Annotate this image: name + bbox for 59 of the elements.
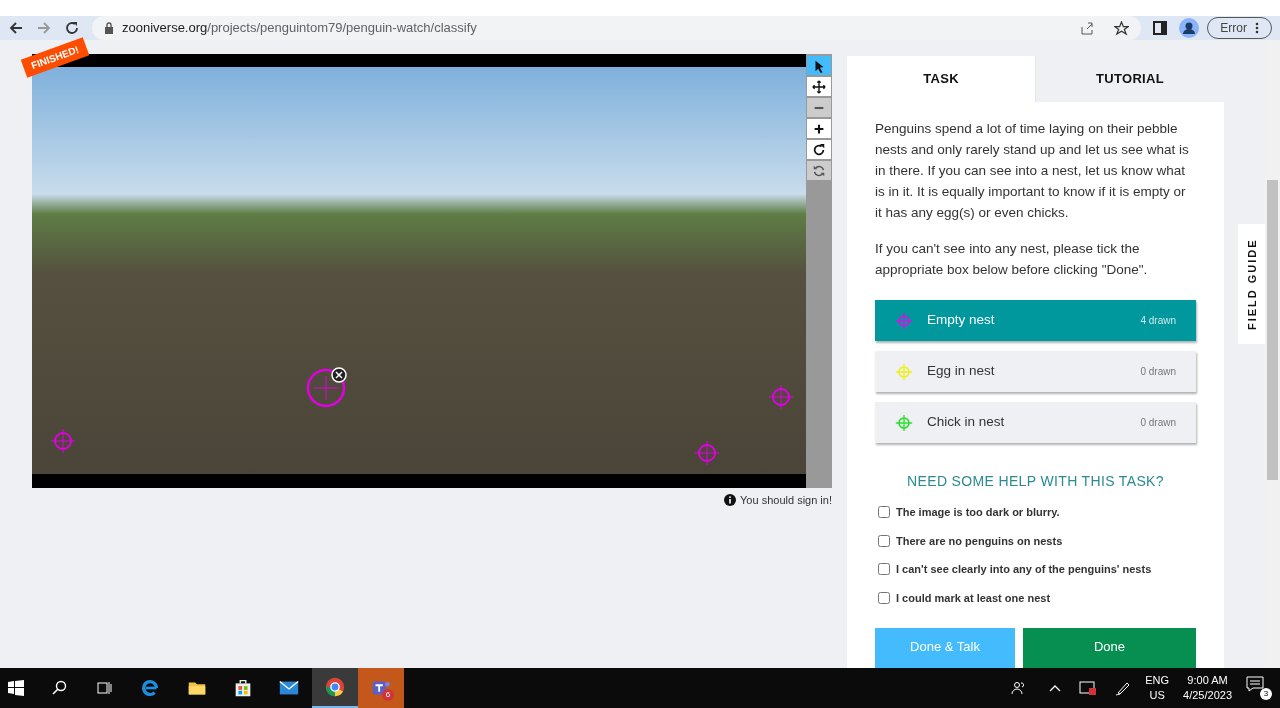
taskbar-app-button[interactable] <box>312 668 358 708</box>
notification-center-button[interactable]: 3 <box>1246 676 1272 700</box>
chrome-icon <box>324 676 346 698</box>
side-panel-icon[interactable] <box>1153 21 1168 35</box>
address-bar[interactable]: zooniverse.org/projects/penguintom79/penguin-watch/classify <box>92 16 1142 40</box>
nest-marker-icon[interactable] <box>768 384 794 410</box>
drawn-count: 4 drawn <box>1140 314 1176 328</box>
speech-bubble-icon <box>1246 676 1264 692</box>
rotate-tool-button[interactable] <box>807 140 831 159</box>
checkbox[interactable] <box>878 591 890 604</box>
drawing-tool-button[interactable]: Chick in nest 0 drawn <box>875 402 1196 443</box>
url-text: zooniverse.org/projects/penguintom79/penguin-watch/classify <box>122 19 477 38</box>
checkbox-label: I can't see clearly into any of the penguins' nests <box>896 562 1152 577</box>
menu-icon[interactable] <box>1255 22 1259 34</box>
info-icon <box>724 494 737 507</box>
star-icon[interactable] <box>1114 20 1130 36</box>
sign-in-notice: You should sign in! <box>740 493 832 508</box>
pen-icon[interactable] <box>1115 680 1132 696</box>
checkbox[interactable] <box>878 534 890 547</box>
help-heading: NEED SOME HELP WITH THIS TASK? <box>906 472 1165 491</box>
taskbar-app-button[interactable]: 6 <box>358 668 404 708</box>
checkbox-label: I could mark at least one nest <box>896 590 1051 606</box>
checkbox[interactable] <box>878 563 890 576</box>
field-guide-tab[interactable]: FIELD GUIDE <box>1238 224 1265 344</box>
done-button[interactable]: Done <box>1023 628 1196 668</box>
refresh-icon <box>812 163 826 178</box>
back-icon[interactable] <box>8 20 24 36</box>
checkbox-label: There are no penguins on nests <box>896 533 1063 549</box>
region-indicator[interactable]: US <box>1149 688 1165 703</box>
notification-badge: 6 <box>382 689 394 701</box>
clock-date[interactable]: 4/25/2023 <box>1183 688 1232 703</box>
drawing-tool-button[interactable]: Empty nest 4 drawn <box>875 300 1196 341</box>
search-icon[interactable] <box>52 680 68 696</box>
task-view-icon[interactable] <box>96 680 112 696</box>
notification-count: 3 <box>1260 688 1272 700</box>
drawing-tool-button[interactable]: Egg in nest 0 drawn <box>875 351 1196 392</box>
monitor-alert-icon[interactable] <box>1079 680 1098 696</box>
lock-icon <box>104 22 114 34</box>
share-icon[interactable] <box>1080 21 1095 35</box>
clock-time[interactable]: 9:00 AM <box>1187 673 1228 688</box>
profile-avatar-icon[interactable] <box>1179 18 1200 38</box>
rotate-icon <box>812 142 826 157</box>
move-tool-button[interactable] <box>807 77 831 96</box>
checkbox-label: The image is too dark or blurry. <box>896 505 1060 520</box>
reload-icon[interactable] <box>64 20 80 36</box>
drawn-count: 0 drawn <box>1140 365 1176 379</box>
move-icon <box>812 79 826 94</box>
zoom-in-tool-button[interactable] <box>807 119 831 138</box>
selected-nest-marker-icon[interactable] <box>304 366 348 410</box>
start-icon[interactable] <box>8 680 24 696</box>
task-instructions: Penguins spend a lot of time laying on their pebble nests and only rarely stand up and let us see what is in there. If you can see into a nest, let us know what is in it. It is equally important to know if it is empty or it has any egg(s) or even chicks. <box>875 120 1190 222</box>
checkbox[interactable] <box>878 506 890 519</box>
language-indicator[interactable]: ENG <box>1145 673 1170 688</box>
panel-tab[interactable]: TUTORIAL <box>1035 56 1224 102</box>
nest-marker-icon[interactable] <box>694 440 720 466</box>
drawn-count: 0 drawn <box>1140 416 1176 430</box>
nest-marker-icon[interactable] <box>50 428 76 454</box>
task-instructions: If you can't see into any nest, please tick the appropriate box below before clicking "Done". <box>875 240 1149 279</box>
pointer-tool-button[interactable] <box>807 56 831 75</box>
